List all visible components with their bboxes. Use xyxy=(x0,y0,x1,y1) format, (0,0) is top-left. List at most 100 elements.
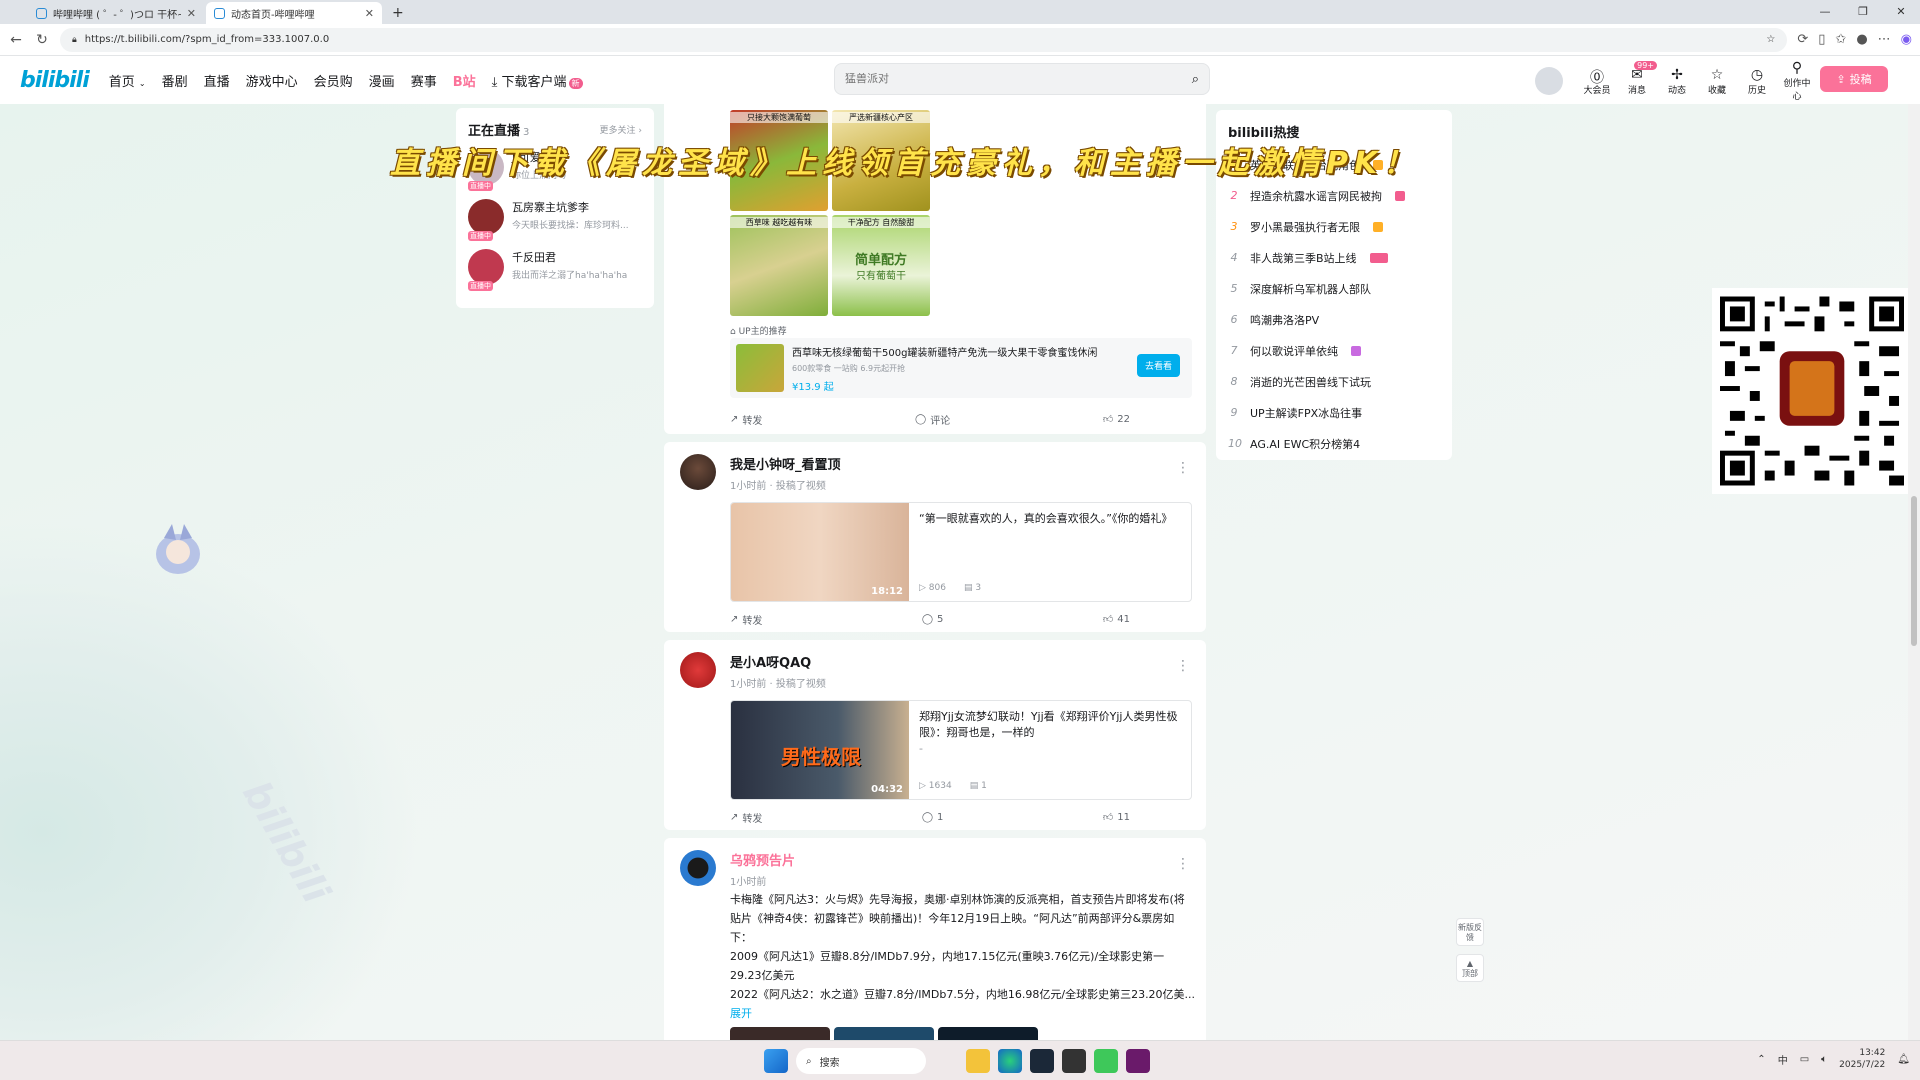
search-icon[interactable]: ⌕ xyxy=(1192,72,1199,87)
comment-button[interactable]: ◯ 1 xyxy=(922,812,944,823)
windows-start-icon[interactable] xyxy=(764,1049,788,1073)
chevron-up-icon[interactable]: ⌃ xyxy=(1757,1054,1765,1065)
maximize-icon[interactable]: ❐ xyxy=(1844,0,1882,24)
hot-item[interactable]: 2 捏造余杭露水谣言网民被拘 xyxy=(1228,180,1440,211)
network-icon[interactable]: ▭ xyxy=(1800,1054,1809,1065)
hot-item[interactable]: 6 鸣潮弗洛洛PV xyxy=(1228,304,1440,335)
browser-tab-0[interactable]: 哔哩哔哩 ( ゜- ゜)つロ 干杯~-bilibili ✕ xyxy=(28,2,204,24)
video-thumbnail[interactable]: 18:12 xyxy=(731,503,909,601)
copilot-icon[interactable]: ◉ xyxy=(1901,32,1912,47)
goods-image[interactable] xyxy=(736,344,784,392)
nav-anime[interactable]: 番剧 xyxy=(162,71,188,90)
nav-manga[interactable]: 漫画 xyxy=(369,71,395,90)
clock[interactable]: 13:42 2025/7/22 xyxy=(1839,1047,1885,1071)
nav-history[interactable]: ◷ 历史 xyxy=(1741,67,1773,96)
live-item[interactable]: 直播中 瓦房寨主坑爹李 今天眼长要找操：库珍珂料... xyxy=(468,199,642,241)
comment-button[interactable]: ◯ 5 xyxy=(922,614,944,625)
menu-icon[interactable]: ⋯ xyxy=(1878,32,1891,47)
favorites-icon[interactable]: ✩ xyxy=(1835,32,1846,47)
like-button[interactable]: 👍︎ 11 xyxy=(1103,811,1130,824)
refresh-icon[interactable]: ↻ xyxy=(34,32,50,48)
live-avatar[interactable]: 直播中 xyxy=(468,249,504,291)
new-tab-button[interactable]: + xyxy=(382,2,414,24)
more-options-icon[interactable]: ⋮ xyxy=(1176,658,1190,674)
nav-bw[interactable]: B站 xyxy=(453,71,476,90)
hot-item[interactable]: 8 消逝的光芒困兽线下试玩 xyxy=(1228,366,1440,397)
volume-icon[interactable]: 🔈︎ xyxy=(1821,1054,1827,1065)
extensions-icon[interactable]: ⟳ xyxy=(1797,32,1808,47)
page-scrollbar[interactable] xyxy=(1908,104,1920,1040)
ime-indicator[interactable]: 中 xyxy=(1778,1052,1788,1067)
post-image[interactable]: 西草味 越吃越有味 xyxy=(730,215,828,316)
nav-live[interactable]: 直播 xyxy=(204,71,230,90)
goods-go-button[interactable]: 去看看 xyxy=(1136,354,1180,377)
nav-home[interactable]: 首页 ⌄ xyxy=(109,71,146,90)
hot-item[interactable]: 4 非人哉第三季B站上线 xyxy=(1228,242,1440,273)
back-icon[interactable]: ← xyxy=(8,32,24,48)
bookmark-star-icon[interactable]: ☆ xyxy=(1766,34,1775,45)
nav-download[interactable]: ⤓ 下载客户端新 xyxy=(492,71,583,90)
avatar[interactable] xyxy=(680,652,716,688)
like-button[interactable]: 👍︎ 41 xyxy=(1103,613,1130,626)
app-icon[interactable] xyxy=(1094,1049,1118,1073)
split-screen-icon[interactable]: ▯ xyxy=(1818,32,1825,47)
author-name[interactable]: 乌鸦预告片 xyxy=(730,850,795,869)
edge-browser-icon[interactable] xyxy=(998,1049,1022,1073)
hot-item[interactable]: 3 罗小黑最强执行者无限 xyxy=(1228,211,1440,242)
close-tab-icon[interactable]: ✕ xyxy=(187,7,196,20)
close-window-icon[interactable]: ✕ xyxy=(1882,0,1920,24)
nav-mall[interactable]: 会员购 xyxy=(314,71,353,90)
avatar[interactable] xyxy=(1535,67,1563,95)
nav-vip[interactable]: ⓪ 大会员 xyxy=(1581,67,1613,96)
hot-item[interactable]: 5 深度解析乌军机器人部队 xyxy=(1228,273,1440,304)
upload-button[interactable]: ⇪ 投稿 xyxy=(1820,66,1888,92)
file-explorer-icon[interactable] xyxy=(966,1049,990,1073)
forward-button[interactable]: ↗ 转发 xyxy=(730,612,762,627)
profile-icon[interactable]: ● xyxy=(1856,32,1867,47)
app-icon[interactable] xyxy=(1062,1049,1086,1073)
goods-box[interactable]: 西草味无核绿葡萄干500g罐装新疆特产免洗一级大果干零食蜜饯休闲 600款零食 … xyxy=(730,338,1192,398)
post-image[interactable]: 干净配方 自然酸甜 简单配方 只有葡萄干 xyxy=(832,215,930,316)
nav-esports[interactable]: 赛事 xyxy=(411,71,437,90)
hot-item[interactable]: 7 何以歌说评单依纯 xyxy=(1228,335,1440,366)
minimize-icon[interactable]: — xyxy=(1806,0,1844,24)
nav-dynamic[interactable]: ✢ 动态 xyxy=(1661,67,1693,96)
url-field[interactable]: 🔒︎ https://t.bilibili.com/?spm_id_from=3… xyxy=(60,27,1788,52)
avatar[interactable] xyxy=(680,454,716,490)
nav-game[interactable]: 游戏中心 xyxy=(246,71,298,90)
author-name[interactable]: 是小A呀QAQ xyxy=(730,652,826,671)
video-card[interactable]: 男性极限 04:32 郑翔Yjj女流梦幻联动！Yjj看《郑翔评价Yjj人类男性极… xyxy=(730,700,1192,800)
back-to-top-button[interactable]: ▲ 顶部 xyxy=(1456,954,1484,982)
post-image-caption: 干净配方 自然酸甜 xyxy=(832,217,930,228)
forward-button[interactable]: ↗ 转发 xyxy=(730,412,762,427)
more-options-icon[interactable]: ⋮ xyxy=(1176,856,1190,872)
steam-icon[interactable] xyxy=(1030,1049,1054,1073)
new-version-feedback-button[interactable]: 新版反馈 xyxy=(1456,918,1484,946)
live-item[interactable]: 直播中 千反田君 我出而洋之溺了ha'ha'ha'ha xyxy=(468,249,642,291)
video-card[interactable]: 18:12 “第一眼就喜欢的人，真的会喜欢很久。”《你的婚礼》 ▷ 806 ▤ 3 xyxy=(730,502,1192,602)
video-thumbnail[interactable]: 男性极限 04:32 xyxy=(731,701,909,799)
browser-tab-1[interactable]: 动态首页-哔哩哔哩 ✕ xyxy=(206,2,382,24)
more-options-icon[interactable]: ⋮ xyxy=(1176,460,1190,476)
nav-message[interactable]: ✉ 99+ 消息 xyxy=(1621,60,1657,96)
search-input[interactable] xyxy=(845,73,1192,85)
scrollbar-thumb[interactable] xyxy=(1911,496,1917,646)
nav-favorites[interactable]: ☆ 收藏 xyxy=(1701,67,1733,96)
avatar[interactable] xyxy=(680,850,716,886)
bilibili-logo[interactable]: bilibili xyxy=(20,68,90,93)
app-icon[interactable] xyxy=(1126,1049,1150,1073)
author-name[interactable]: 我是小钟呀_看置顶 xyxy=(730,454,841,473)
comment-button[interactable]: ◯ 评论 xyxy=(915,412,950,427)
taskbar-search[interactable]: ⌕ 搜索 xyxy=(796,1048,926,1074)
notification-icon[interactable]: 🔔︎ xyxy=(1897,1054,1910,1065)
more-follow-link[interactable]: 更多关注 › xyxy=(600,123,642,136)
live-avatar[interactable]: 直播中 xyxy=(468,199,504,241)
nav-creator[interactable]: ⚲ 创作中心 xyxy=(1781,60,1813,102)
upload-label: 投稿 xyxy=(1849,73,1872,86)
hot-item[interactable]: 9 UP主解读FPX冰岛往事 xyxy=(1228,397,1440,428)
hot-item[interactable]: 10 AG.AI EWC积分榜第4 xyxy=(1228,428,1440,459)
forward-button[interactable]: ↗ 转发 xyxy=(730,810,762,825)
expand-link[interactable]: 展开 xyxy=(730,1004,1194,1023)
close-tab-icon[interactable]: ✕ xyxy=(365,7,374,20)
like-button[interactable]: 👍︎ 22 xyxy=(1103,413,1130,426)
